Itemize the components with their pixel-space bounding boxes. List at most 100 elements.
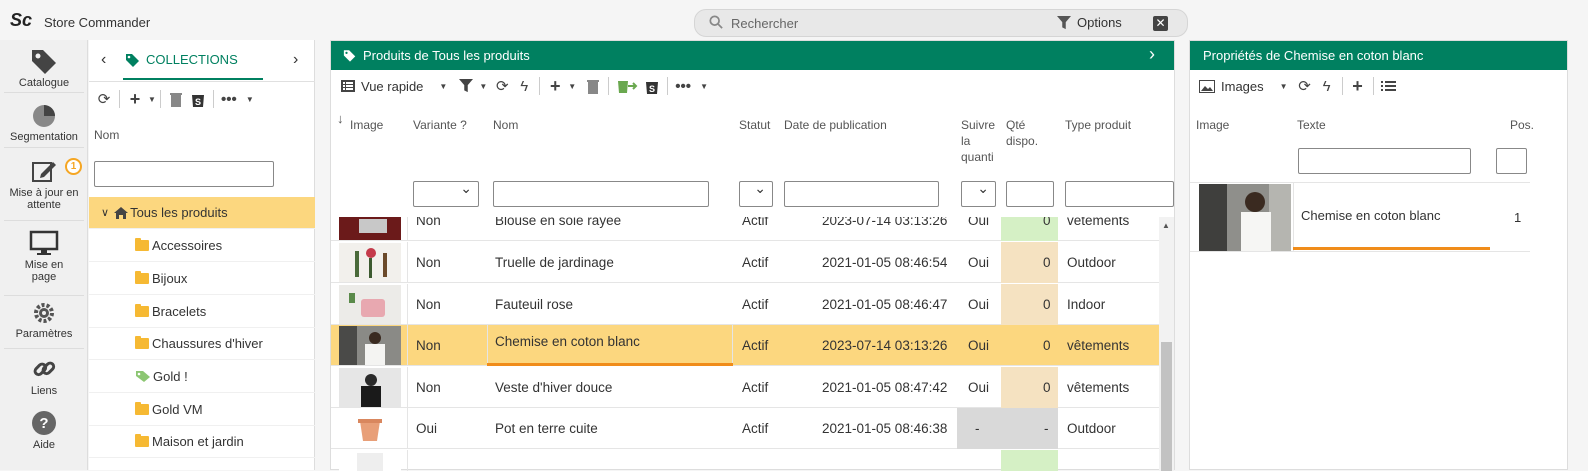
app-logo[interactable]: Sc [10,10,32,31]
column-header-status[interactable]: Statut [739,117,770,133]
collection-filter-input[interactable] [94,161,274,187]
tree-item[interactable]: Maison et jardin [89,426,315,458]
cell-name: Chemise en coton blanc [495,334,640,349]
more-icon[interactable]: ••• [218,88,240,110]
edit-icon [32,162,56,182]
chevron-left-icon[interactable]: ‹ [101,51,106,69]
filter-icon[interactable] [455,75,477,97]
table-row[interactable] [331,450,1159,471]
nav-settings[interactable]: Paramètres [0,301,88,340]
scroll-up-icon[interactable]: ▲ [1162,221,1170,230]
table-row-selected[interactable]: Non Chemise en coton blanc Actif 2023-07… [331,325,1159,366]
nav-pending-updates[interactable]: 1 Mise à jour en attente [0,158,88,211]
name-filter-input[interactable] [493,181,709,207]
column-header-qty[interactable]: Qté dispo. [1006,117,1046,149]
cell-date: 2023-07-14 03:13:26 [822,338,948,353]
caret-down-icon[interactable]: ▼ [700,82,708,91]
column-header-date[interactable]: Date de publication [784,117,887,133]
sort-arrow-icon[interactable]: ↓ [337,111,344,127]
link-icon [33,361,56,377]
shopify-icon[interactable]: S [641,75,663,97]
tree-item[interactable]: Accessoires [89,230,315,262]
pie-chart-icon [33,105,55,127]
shopify-icon[interactable]: S [187,88,209,110]
cell-name: Blouse en soie rayée [495,217,622,228]
add-icon[interactable]: + [544,75,566,97]
table-row[interactable]: Non Fauteuil rose Actif 2021-01-05 08:46… [331,284,1159,325]
nav-segmentation[interactable]: Segmentation [0,102,88,143]
table-row[interactable]: Non Truelle de jardinage Actif 2021-01-0… [331,242,1159,283]
column-header-text[interactable]: Texte [1297,117,1326,133]
lightning-icon[interactable]: ϟ [1316,75,1338,97]
caret-down-icon[interactable]: ▼ [568,82,576,91]
tree-item[interactable]: Bracelets [89,296,315,328]
nav-layout[interactable]: Mise en page [0,230,88,283]
products-panel-title: Produits de Tous les produits [363,48,530,63]
refresh-icon[interactable]: ⟳ [1294,75,1316,97]
ordered-list-icon[interactable] [1378,75,1400,97]
trash-icon[interactable] [582,75,604,97]
tree-item[interactable]: Bijoux [89,263,315,295]
scroll-thumb[interactable] [1161,342,1172,471]
tree-item-label: Bracelets [152,304,207,319]
type-filter-input[interactable] [1065,181,1174,207]
options-button[interactable]: Options [1057,15,1122,30]
cell-name: Veste d'hiver douce [495,380,613,395]
product-image-thumbnail[interactable] [1199,184,1291,251]
tree-item-label: Gold ! [153,369,188,384]
caret-down-icon[interactable]: ▼ [439,82,447,91]
nav-catalogue[interactable]: Catalogue [0,48,88,89]
refresh-icon[interactable]: ⟳ [93,88,115,110]
chevron-right-icon[interactable]: › [1149,44,1155,65]
tree-item-root[interactable]: ∨ Tous les produits [89,197,315,229]
trash-icon[interactable] [165,88,187,110]
caret-down-icon[interactable]: ▼ [479,82,487,91]
lightning-icon[interactable]: ϟ [513,75,535,97]
caret-down-icon[interactable]: ▼ [1280,82,1288,91]
variant-filter-select[interactable] [413,180,479,207]
qty-filter-input[interactable] [1006,181,1054,207]
table-row[interactable]: Non Blouse en soie rayée Actif 2023-07-1… [331,217,1159,241]
home-icon [114,206,129,219]
caret-down-icon[interactable]: ▼ [148,95,156,104]
pos-filter-input[interactable] [1496,148,1527,174]
column-header-type[interactable]: Type produit [1065,117,1131,133]
more-icon[interactable]: ••• [672,75,694,97]
export-icon[interactable] [613,75,641,97]
column-header-pos[interactable]: Pos. [1510,117,1534,133]
nav-help[interactable]: ? Aide [0,410,88,451]
products-scrollbar[interactable]: ▲ [1159,217,1174,471]
column-header-variant[interactable]: Variante ? [413,117,467,133]
table-row[interactable]: Oui Pot en terre cuite Actif 2021-01-05 … [331,408,1159,449]
date-filter-input[interactable] [784,181,939,207]
table-row[interactable]: Non Veste d'hiver douce Actif 2021-01-05… [331,367,1159,408]
search-input[interactable] [731,14,1031,32]
cell-date: 2023-07-14 03:13:26 [822,217,948,228]
view-selector[interactable]: Vue rapide [361,79,423,94]
search-icon [709,15,723,29]
follow-filter-select[interactable] [961,180,996,207]
tree-item[interactable]: Chaussures d'hiver [89,328,315,360]
status-filter-select[interactable] [739,180,773,207]
tree-item[interactable]: Gold ! [89,361,315,393]
chevron-right-icon[interactable]: › [293,51,298,69]
column-header-image[interactable]: Image [1196,117,1229,133]
column-header-follow[interactable]: Suivre la quanti [961,117,1003,165]
nav-divider [4,220,84,221]
svg-text:S: S [649,84,655,94]
column-header-image[interactable]: Image [350,117,383,133]
add-icon[interactable]: + [1347,75,1369,97]
refresh-icon[interactable]: ⟳ [491,75,513,97]
text-filter-input[interactable] [1298,148,1471,174]
add-icon[interactable]: + [124,88,146,110]
nav-divider [4,92,84,93]
tree-item[interactable]: Gold VM [89,394,315,426]
view-selector[interactable]: Images [1221,79,1264,94]
tab-collections[interactable]: COLLECTIONS [125,52,238,67]
caret-down-icon[interactable]: ▼ [246,95,254,104]
image-text-cell[interactable]: Chemise en coton blanc [1301,208,1440,223]
nav-links[interactable]: Liens [0,356,88,397]
close-icon[interactable]: ✕ [1153,16,1168,31]
column-header-name[interactable]: Nom [493,117,518,133]
chevron-down-icon[interactable]: ∨ [101,206,109,219]
